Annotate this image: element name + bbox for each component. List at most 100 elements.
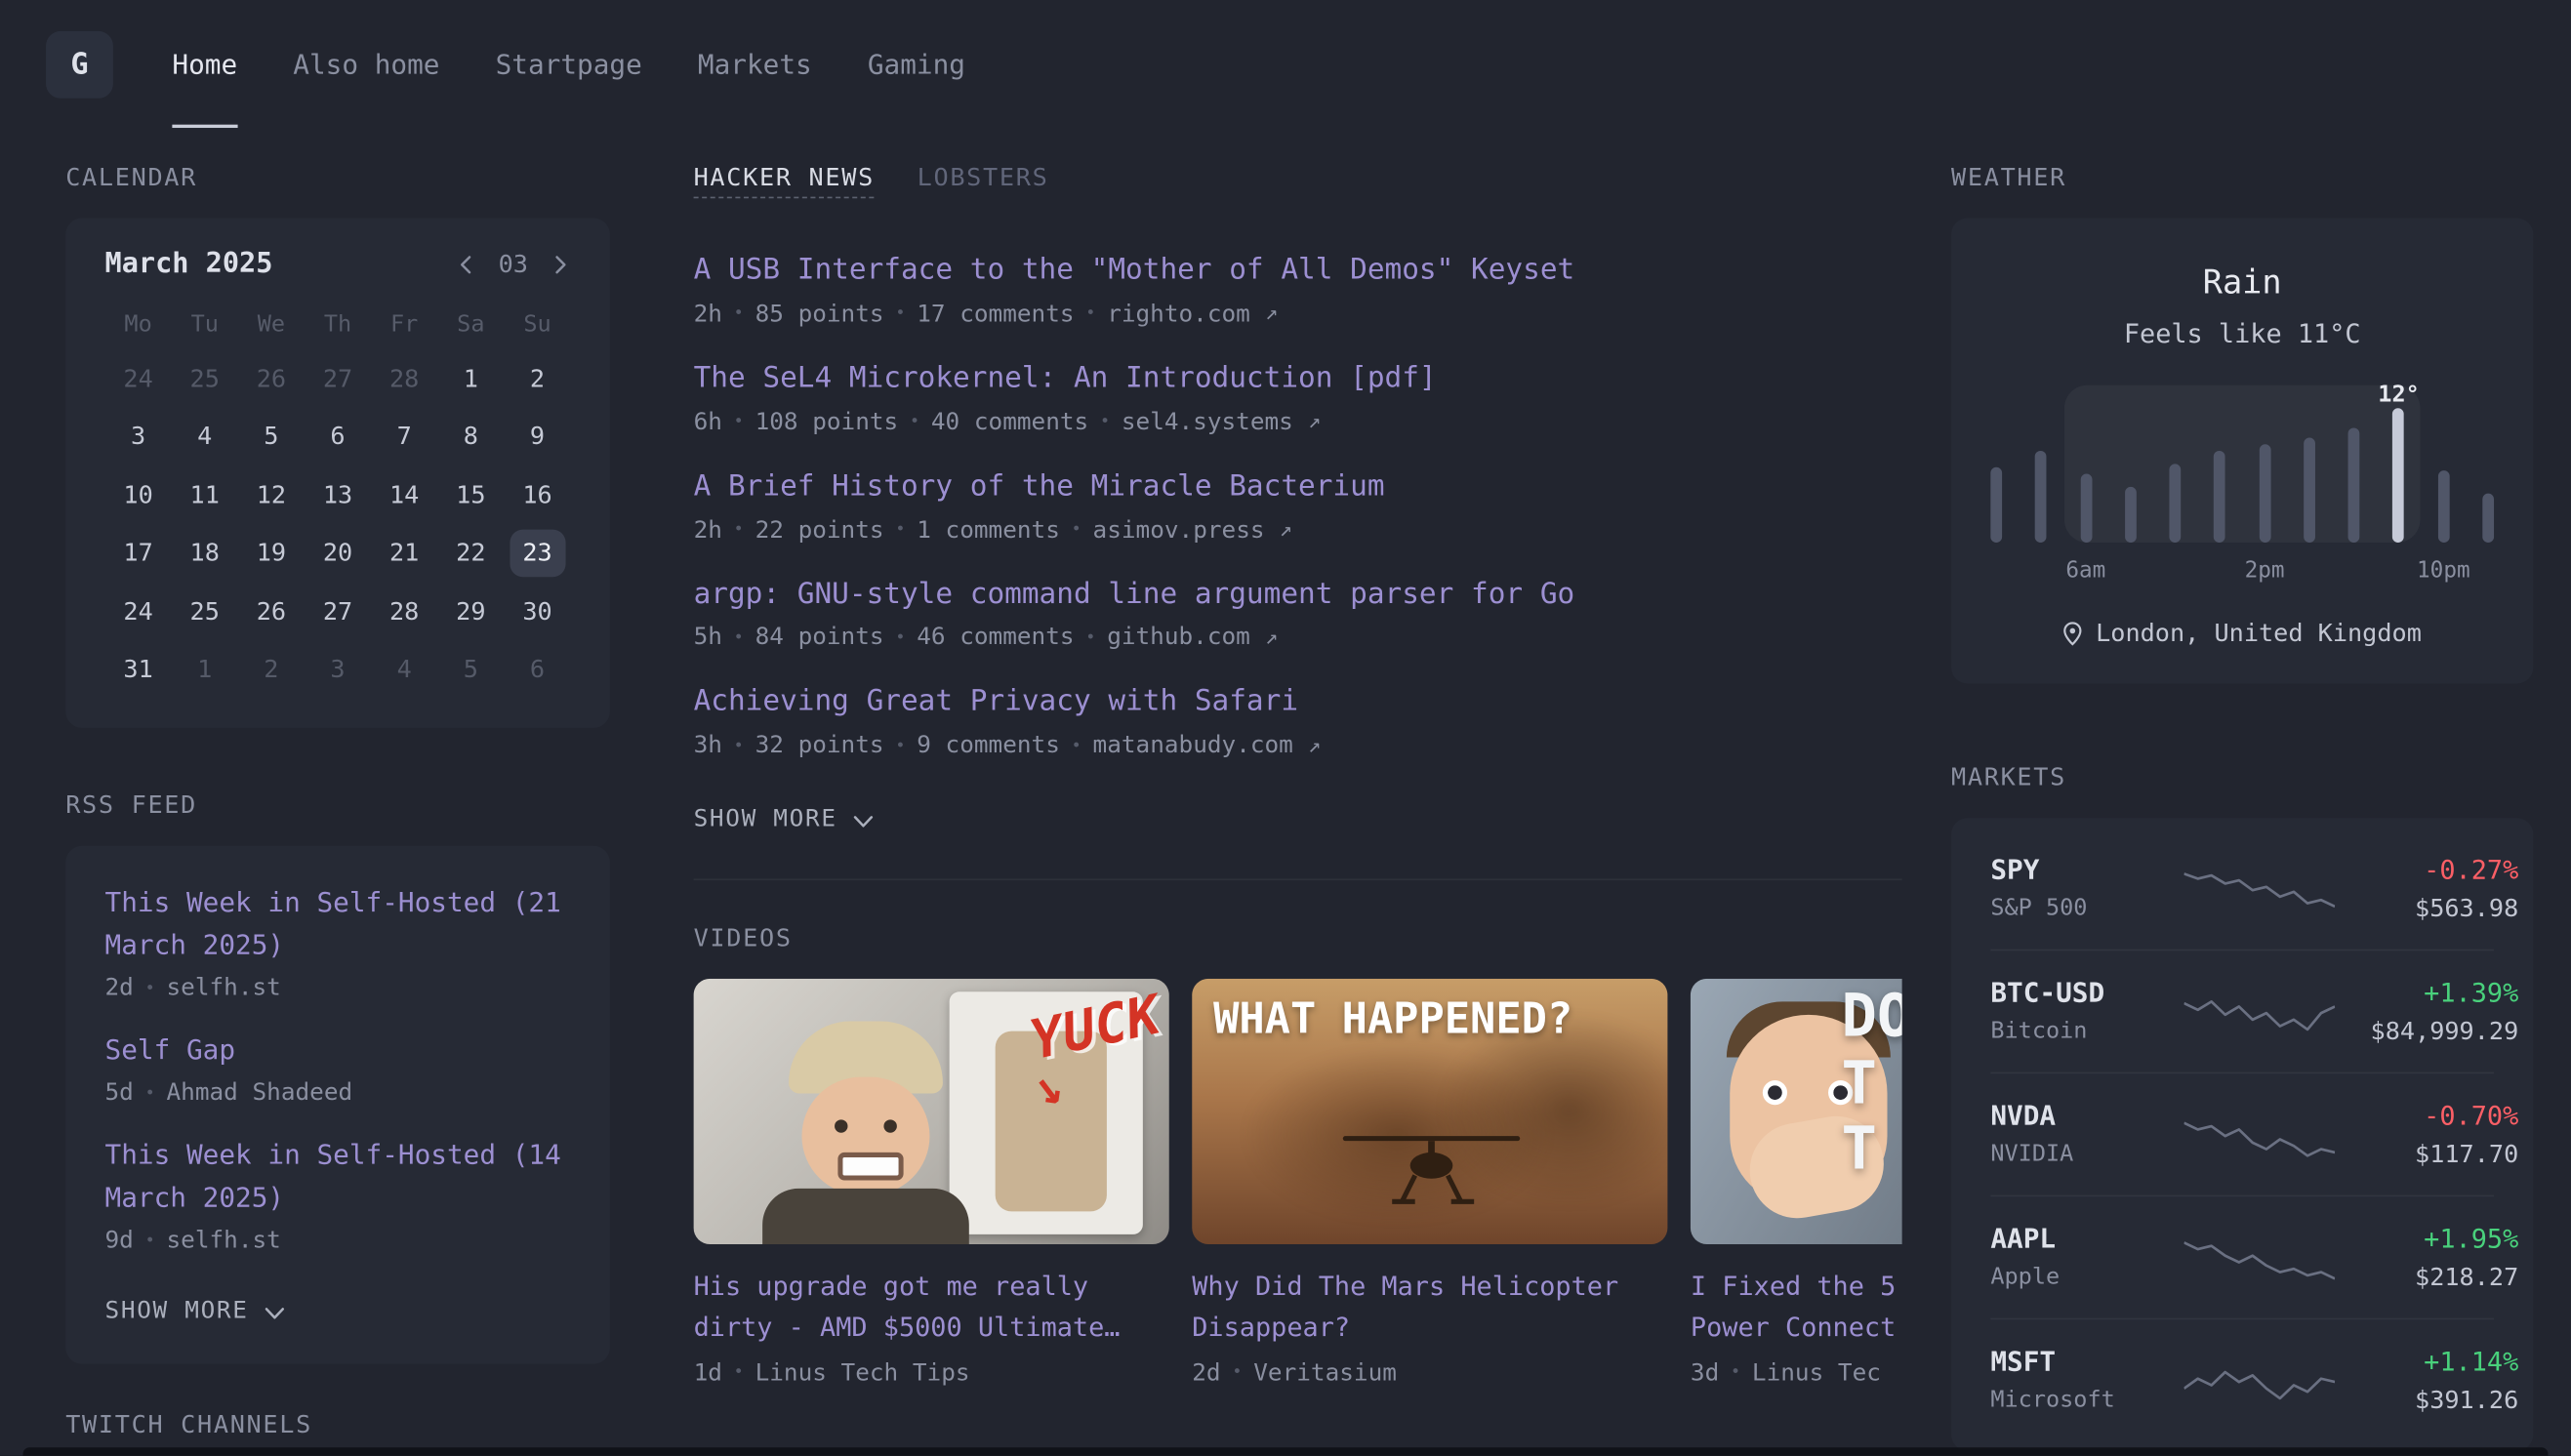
calendar-day-number: 16 bbox=[510, 471, 565, 519]
news-item-title[interactable]: Achieving Great Privacy with Safari bbox=[694, 682, 1902, 723]
meta-dot-separator: • bbox=[734, 305, 744, 323]
meta-dot-separator: • bbox=[1085, 305, 1095, 323]
news-item-title[interactable]: A Brief History of the Miracle Bacterium bbox=[694, 466, 1902, 507]
market-row-nvda[interactable]: NVDANVIDIA-0.70%$117.70 bbox=[1990, 1073, 2494, 1196]
market-ticker: MSFT bbox=[1990, 1344, 2183, 1378]
rss-item-title[interactable]: This Week in Self-Hosted (14 March 2025) bbox=[105, 1135, 571, 1221]
rss-feed-item: Self Gap5d•Ahmad Shadeed bbox=[105, 1030, 571, 1107]
source-link[interactable]: righto.com bbox=[1107, 302, 1250, 328]
market-sparkline-wrap bbox=[2184, 1355, 2336, 1407]
calendar-day-number: 12 bbox=[243, 471, 299, 519]
market-values: +1.39%$84,999.29 bbox=[2335, 976, 2518, 1048]
video-title[interactable]: His upgrade got me really dirty - AMD $5… bbox=[694, 1268, 1169, 1349]
item-meta: 1d•Linus Tech Tips bbox=[694, 1360, 1169, 1387]
item-meta: 2d•Veritasium bbox=[1192, 1360, 1667, 1387]
meta-dot-separator: • bbox=[1731, 1364, 1740, 1382]
calendar-day-number: 6 bbox=[309, 413, 365, 461]
calendar-day-number: 1 bbox=[177, 645, 232, 693]
market-change: +1.14% bbox=[2335, 1344, 2518, 1378]
calendar-prev-icon[interactable] bbox=[456, 254, 477, 275]
rss-section-title: RSS FEED bbox=[65, 790, 610, 820]
rss-show-more-button[interactable]: SHOW MORE bbox=[105, 1299, 285, 1325]
news-item-title[interactable]: A USB Interface to the "Mother of All De… bbox=[694, 251, 1902, 292]
meta-dot-separator: • bbox=[895, 737, 905, 754]
nav-tab-markets[interactable]: Markets bbox=[698, 0, 812, 128]
meta-part: 9 comments bbox=[917, 733, 1060, 759]
calendar-next-icon[interactable] bbox=[550, 254, 571, 275]
calendar-day: 29 bbox=[437, 582, 504, 640]
calendar-day: 28 bbox=[371, 582, 437, 640]
calendar-day: 10 bbox=[105, 465, 172, 524]
calendar-day-number: 24 bbox=[110, 354, 166, 402]
calendar-day: 19 bbox=[238, 524, 305, 583]
calendar-day: 28 bbox=[371, 349, 437, 408]
calendar-day-number: 19 bbox=[243, 529, 299, 577]
calendar-day: 18 bbox=[172, 524, 238, 583]
nav-tab-startpage[interactable]: Startpage bbox=[496, 0, 642, 128]
calendar-day-number: 25 bbox=[177, 354, 232, 402]
video-card[interactable]: YUCK↘ His upgrade got me really dirty - A… bbox=[694, 979, 1169, 1387]
weather-daytime-zone bbox=[2064, 385, 2420, 543]
weather-time-label: 10pm bbox=[2417, 557, 2470, 584]
weather-feels-like: Feels like 11°C bbox=[1990, 316, 2494, 352]
nav-tab-also-home[interactable]: Also home bbox=[293, 0, 439, 128]
source-link[interactable]: sel4.systems bbox=[1122, 409, 1293, 435]
market-values: -0.27%$563.98 bbox=[2335, 853, 2518, 925]
source-link[interactable]: matanabudy.com bbox=[1093, 733, 1293, 759]
calendar-day-number: 23 bbox=[510, 529, 565, 577]
news-show-more-button[interactable]: SHOW MORE bbox=[694, 807, 874, 833]
weather-section-title: WEATHER bbox=[1951, 162, 2533, 191]
calendar-header: March 2025 03 bbox=[105, 248, 571, 281]
calendar-controls: 03 bbox=[456, 249, 571, 278]
rss-item-title[interactable]: This Week in Self-Hosted (21 March 2025) bbox=[105, 882, 571, 968]
weather-condition: Rain bbox=[1990, 261, 2494, 303]
calendar-weekdays: MoTuWeThFrSaSu bbox=[105, 300, 571, 348]
rss-show-more-label: SHOW MORE bbox=[105, 1299, 249, 1325]
nav-tab-gaming[interactable]: Gaming bbox=[868, 0, 965, 128]
calendar-day: 24 bbox=[105, 582, 172, 640]
weather-time-label: 2pm bbox=[2245, 557, 2285, 584]
external-link-icon: ↗ bbox=[1280, 518, 1292, 543]
market-price: $563.98 bbox=[2335, 894, 2518, 925]
weather-time-label: 6am bbox=[2065, 557, 2105, 584]
news-list: A USB Interface to the "Mother of All De… bbox=[694, 251, 1902, 759]
tab-lobsters[interactable]: LOBSTERS bbox=[918, 162, 1049, 191]
weather-bar bbox=[2170, 464, 2182, 543]
video-card[interactable]: WHAT HAPPENED? Why Did The Mars Helicopte… bbox=[1192, 979, 1667, 1387]
meta-part: 85 points bbox=[755, 302, 884, 328]
rss-feed-item: This Week in Self-Hosted (14 March 2025)… bbox=[105, 1135, 571, 1255]
calendar-day-number: 28 bbox=[377, 587, 432, 635]
video-thumbnail[interactable]: WHAT HAPPENED? bbox=[1192, 979, 1667, 1244]
calendar-day-number: 5 bbox=[243, 413, 299, 461]
news-item-title[interactable]: The SeL4 Microkernel: An Introduction [p… bbox=[694, 359, 1902, 400]
news-item: The SeL4 Microkernel: An Introduction [p… bbox=[694, 359, 1902, 436]
market-row-aapl[interactable]: AAPLApple+1.95%$218.27 bbox=[1990, 1196, 2494, 1319]
video-card[interactable]: DOTTI Fixed the 5 Power Connect3d•Linus … bbox=[1691, 979, 1902, 1387]
video-title[interactable]: Why Did The Mars Helicopter Disappear? bbox=[1192, 1268, 1667, 1349]
chevron-down-icon bbox=[852, 814, 874, 829]
video-title[interactable]: I Fixed the 5 Power Connect bbox=[1691, 1268, 1902, 1349]
calendar-day: 7 bbox=[371, 407, 437, 465]
source-link[interactable]: asimov.press bbox=[1093, 517, 1265, 544]
video-thumbnail[interactable]: DOTT bbox=[1691, 979, 1902, 1244]
calendar-month-title: March 2025 bbox=[105, 248, 273, 281]
market-row-msft[interactable]: MSFTMicrosoft+1.14%$391.26 bbox=[1990, 1319, 2494, 1440]
external-link-icon: ↗ bbox=[1265, 626, 1278, 650]
tab-hacker-news[interactable]: HACKER NEWS bbox=[694, 162, 875, 191]
market-row-btc-usd[interactable]: BTC-USDBitcoin+1.39%$84,999.29 bbox=[1990, 950, 2494, 1073]
weather-bar bbox=[2035, 451, 2047, 543]
source-link[interactable]: github.com bbox=[1107, 626, 1250, 652]
market-sparkline bbox=[2184, 986, 2336, 1038]
calendar-day-number: 22 bbox=[443, 529, 499, 577]
rss-item-title[interactable]: Self Gap bbox=[105, 1030, 571, 1072]
calendar-day-number: 2 bbox=[243, 645, 299, 693]
nav-tab-home[interactable]: Home bbox=[172, 0, 237, 128]
weather-bar bbox=[2080, 473, 2092, 543]
news-item-title[interactable]: argp: GNU-style command line argument pa… bbox=[694, 575, 1902, 616]
calendar-day: 26 bbox=[238, 582, 305, 640]
calendar-day-number: 13 bbox=[309, 471, 365, 519]
item-meta: 3h•32 points•9 comments•matanabudy.com↗ bbox=[694, 733, 1902, 759]
meta-part: 1 comments bbox=[917, 517, 1060, 544]
video-thumbnail[interactable]: YUCK↘ bbox=[694, 979, 1169, 1244]
market-row-spy[interactable]: SPYS&P 500-0.27%$563.98 bbox=[1990, 828, 2494, 950]
